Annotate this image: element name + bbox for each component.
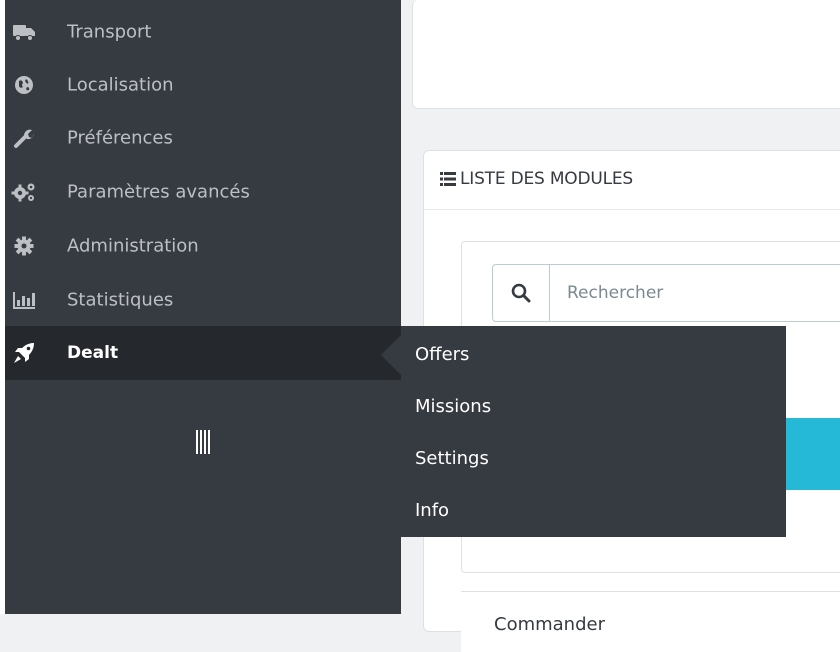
submenu-item-offers[interactable]: Offers — [415, 340, 775, 370]
cogs-icon — [11, 179, 37, 205]
dealt-submenu: Offers Missions Settings Info — [401, 326, 786, 537]
bottom-section: Commander — [461, 591, 840, 652]
search-input[interactable] — [550, 265, 840, 321]
rocket-icon — [11, 340, 37, 366]
top-panel — [412, 0, 840, 109]
search-icon — [511, 283, 531, 303]
list-icon — [440, 172, 456, 186]
sidebar-item-statistiques[interactable]: Statistiques — [5, 273, 401, 327]
sidebar-item-label: Statistiques — [67, 289, 174, 311]
submenu-item-missions[interactable]: Missions — [415, 392, 775, 422]
collapse-bars-icon[interactable] — [196, 430, 210, 454]
sidebar-item-dealt[interactable]: Dealt — [5, 326, 401, 380]
bar-chart-icon — [11, 287, 37, 313]
sidebar-item-parametres-avances[interactable]: Paramètres avancés — [5, 165, 401, 219]
sidebar-item-label: Transport — [67, 21, 152, 43]
sidebar-item-label: Préférences — [67, 127, 173, 149]
sidebar-item-label: Paramètres avancés — [67, 181, 250, 203]
submenu-pointer — [381, 333, 403, 377]
cog-icon — [11, 233, 37, 259]
commander-label: Commander — [494, 614, 605, 635]
sidebar-item-preferences[interactable]: Préférences — [5, 111, 401, 165]
sidebar-item-localisation[interactable]: Localisation — [5, 58, 401, 112]
submenu-item-settings[interactable]: Settings — [415, 444, 775, 474]
sidebar-item-label: Administration — [67, 235, 199, 257]
sidebar-item-label: Localisation — [67, 74, 174, 96]
sidebar: Transport Localisation Préférences Param… — [5, 0, 401, 614]
search-button[interactable] — [493, 265, 550, 321]
sidebar-item-transport[interactable]: Transport — [5, 5, 401, 59]
search-box — [492, 264, 840, 322]
wrench-icon — [11, 125, 37, 151]
submenu-item-info[interactable]: Info — [415, 496, 775, 526]
truck-icon — [11, 19, 37, 45]
sidebar-item-administration[interactable]: Administration — [5, 219, 401, 273]
panel-title: LISTE DES MODULES — [460, 169, 634, 189]
panel-heading: LISTE DES MODULES — [424, 151, 840, 210]
sidebar-item-label: Dealt — [67, 343, 119, 363]
globe-icon — [11, 72, 37, 98]
